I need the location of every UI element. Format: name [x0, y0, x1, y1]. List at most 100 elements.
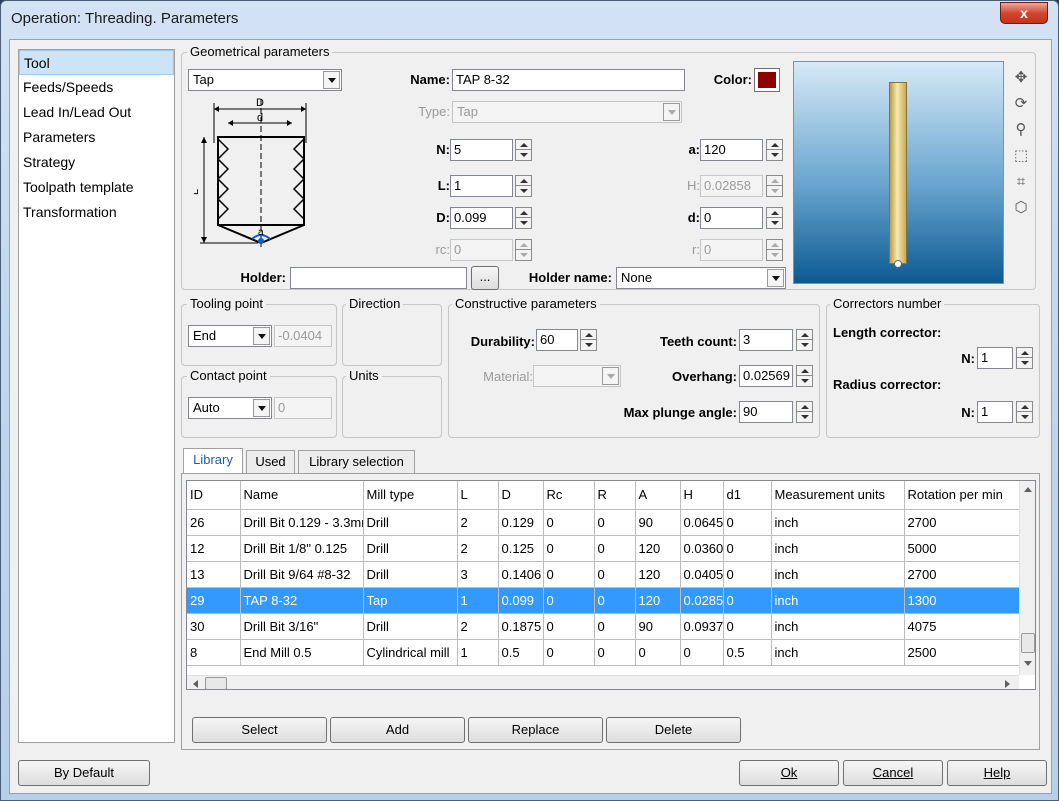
library-select-button-row[interactable]: Select — [192, 717, 327, 743]
tooling-point-label: Tooling point — [187, 297, 266, 311]
table-row[interactable]: 29 TAP 8-32 Tap 1 0.099 0 0 120 0.0285 0 inch 1300 — [187, 587, 1020, 614]
ok-button[interactable]: Ok — [739, 760, 839, 786]
contact-point-select[interactable]: Auto — [188, 397, 272, 419]
zoom-window-icon[interactable]: ⬚ — [1010, 145, 1032, 167]
r-spinner[interactable] — [766, 239, 783, 261]
column-header[interactable]: A — [635, 481, 681, 510]
tooling-point-select[interactable]: End — [188, 325, 272, 347]
teeth-count-input[interactable]: 3 — [739, 329, 793, 351]
color-swatch[interactable] — [754, 68, 780, 92]
table-row[interactable]: 8 End Mill 0.5 Cylindrical mill 1 0.5 0 0 0 0 0.5… — [187, 639, 1020, 666]
tool-name-input[interactable]: TAP 8-32 — [452, 69, 685, 91]
horizontal-scrollbar[interactable] — [187, 675, 1019, 689]
radius-corrector-input[interactable]: 1 — [977, 401, 1013, 423]
rc-label: rc: — [435, 242, 450, 257]
scroll-left-arrow[interactable] — [193, 680, 198, 688]
library-delete-button[interactable]: Delete — [606, 717, 741, 743]
column-header[interactable]: Measurement units — [771, 481, 905, 510]
nav-item-toolpath-template[interactable]: Toolpath template — [19, 175, 174, 200]
nav-item-lead-in-out[interactable]: Lead In/Lead Out — [19, 100, 174, 125]
overhang-spinner[interactable] — [796, 365, 813, 387]
table-row[interactable]: 30 Drill Bit 3/16" Drill 2 0.1875 0 0 90 0.0937 0… — [187, 613, 1020, 640]
holder-browse-button[interactable]: ... — [471, 266, 499, 290]
vertical-scroll-thumb[interactable] — [1021, 633, 1035, 653]
rc-spinner[interactable] — [515, 239, 532, 261]
type-select[interactable]: Tap — [452, 101, 682, 123]
overhang-input[interactable]: 0.02569 — [739, 365, 793, 387]
d-upper-input[interactable]: 0.099 — [450, 207, 513, 229]
tooling-point-offset-input[interactable]: -0.0404 — [274, 325, 332, 347]
table-cell: 8 — [187, 639, 241, 666]
fit-icon[interactable]: ⌗ — [1010, 171, 1032, 193]
durability-spinner[interactable] — [580, 329, 597, 351]
column-header[interactable]: R — [594, 481, 636, 510]
max-plunge-angle-spinner[interactable] — [796, 401, 813, 423]
holder-input[interactable] — [290, 267, 467, 289]
table-cell: 0.1406 — [498, 561, 544, 588]
column-header[interactable]: Mill type — [363, 481, 458, 510]
n-label: N: — [436, 142, 450, 157]
length-corrector-input[interactable]: 1 — [977, 347, 1013, 369]
contact-point-group: Contact point Auto 0 — [181, 369, 337, 438]
h-spinner[interactable] — [766, 175, 783, 197]
scroll-down-arrow[interactable] — [1024, 661, 1032, 666]
table-row[interactable]: 12 Drill Bit 1/8" 0.125 Drill 2 0.125 0 0 120 0.… — [187, 535, 1020, 562]
view-cube-icon[interactable]: ⬡ — [1010, 197, 1032, 219]
nav-item-tool[interactable]: Tool — [19, 50, 174, 75]
column-header[interactable]: H — [680, 481, 724, 510]
tab-library[interactable]: Library — [183, 448, 243, 474]
chevron-down-icon — [602, 367, 619, 385]
by-default-button[interactable]: By Default — [18, 760, 150, 786]
column-header[interactable]: D — [498, 481, 544, 510]
vertical-scrollbar[interactable] — [1019, 481, 1035, 675]
library-replace-button[interactable]: Replace — [468, 717, 603, 743]
nav-item-parameters[interactable]: Parameters — [19, 125, 174, 150]
library-add-button[interactable]: Add — [330, 717, 465, 743]
cancel-button[interactable]: Cancel — [843, 760, 943, 786]
d-lower-spinner[interactable] — [766, 207, 783, 229]
column-header[interactable]: d1 — [723, 481, 772, 510]
max-plunge-angle-input[interactable]: 90 — [739, 401, 793, 423]
column-header[interactable]: ID — [187, 481, 241, 510]
durability-input[interactable]: 60 — [536, 329, 578, 351]
l-input[interactable]: 1 — [450, 175, 513, 197]
direction-label: Direction — [346, 297, 404, 311]
tab-library-selection[interactable]: Library selection — [298, 450, 415, 474]
zoom-icon[interactable]: ⚲ — [1010, 119, 1032, 141]
scroll-right-arrow[interactable] — [1005, 680, 1010, 688]
d-upper-spinner[interactable] — [515, 207, 532, 229]
horizontal-scroll-thumb[interactable] — [205, 677, 227, 689]
r-input[interactable]: 0 — [700, 239, 763, 261]
a-spinner[interactable] — [766, 139, 783, 161]
tab-used[interactable]: Used — [246, 450, 295, 474]
column-header[interactable]: Rc — [543, 481, 595, 510]
move-icon[interactable]: ✥ — [1010, 67, 1032, 89]
teeth-count-spinner[interactable] — [796, 329, 813, 351]
d-lower-input[interactable]: 0 — [700, 207, 763, 229]
column-header[interactable]: Name — [240, 481, 364, 510]
h-input[interactable]: 0.02858 — [700, 175, 763, 197]
nav-item-feeds-speeds[interactable]: Feeds/Speeds — [19, 75, 174, 100]
length-corrector-spinner[interactable] — [1016, 347, 1033, 369]
material-select[interactable] — [533, 365, 621, 387]
radius-corrector-spinner[interactable] — [1016, 401, 1033, 423]
n-input[interactable]: 5 — [450, 139, 513, 161]
tool-preview-viewport[interactable] — [793, 61, 1004, 284]
a-input[interactable]: 120 — [700, 139, 763, 161]
close-button[interactable]: x — [1000, 2, 1048, 24]
rc-input[interactable]: 0 — [450, 239, 513, 261]
column-header[interactable]: Rotation per min — [904, 481, 1020, 510]
n-spinner[interactable] — [515, 139, 532, 161]
rotate-icon[interactable]: ⟳ — [1010, 93, 1032, 115]
scroll-up-arrow[interactable] — [1024, 487, 1032, 492]
nav-item-strategy[interactable]: Strategy — [19, 150, 174, 175]
column-header[interactable]: L — [457, 481, 499, 510]
tool-type-select[interactable]: Tap — [188, 69, 342, 91]
table-row[interactable]: 26 Drill Bit 0.129 - 3.3mm Drill 2 0.129 0 0 90… — [187, 509, 1020, 536]
help-button[interactable]: Help — [947, 760, 1047, 786]
holder-name-select[interactable]: None — [616, 267, 786, 289]
contact-point-offset-input[interactable]: 0 — [274, 397, 332, 419]
l-spinner[interactable] — [515, 175, 532, 197]
table-row[interactable]: 13 Drill Bit 9/64 #8-32 Drill 3 0.1406 0 0 120 0… — [187, 561, 1020, 588]
nav-item-transformation[interactable]: Transformation — [19, 200, 174, 225]
